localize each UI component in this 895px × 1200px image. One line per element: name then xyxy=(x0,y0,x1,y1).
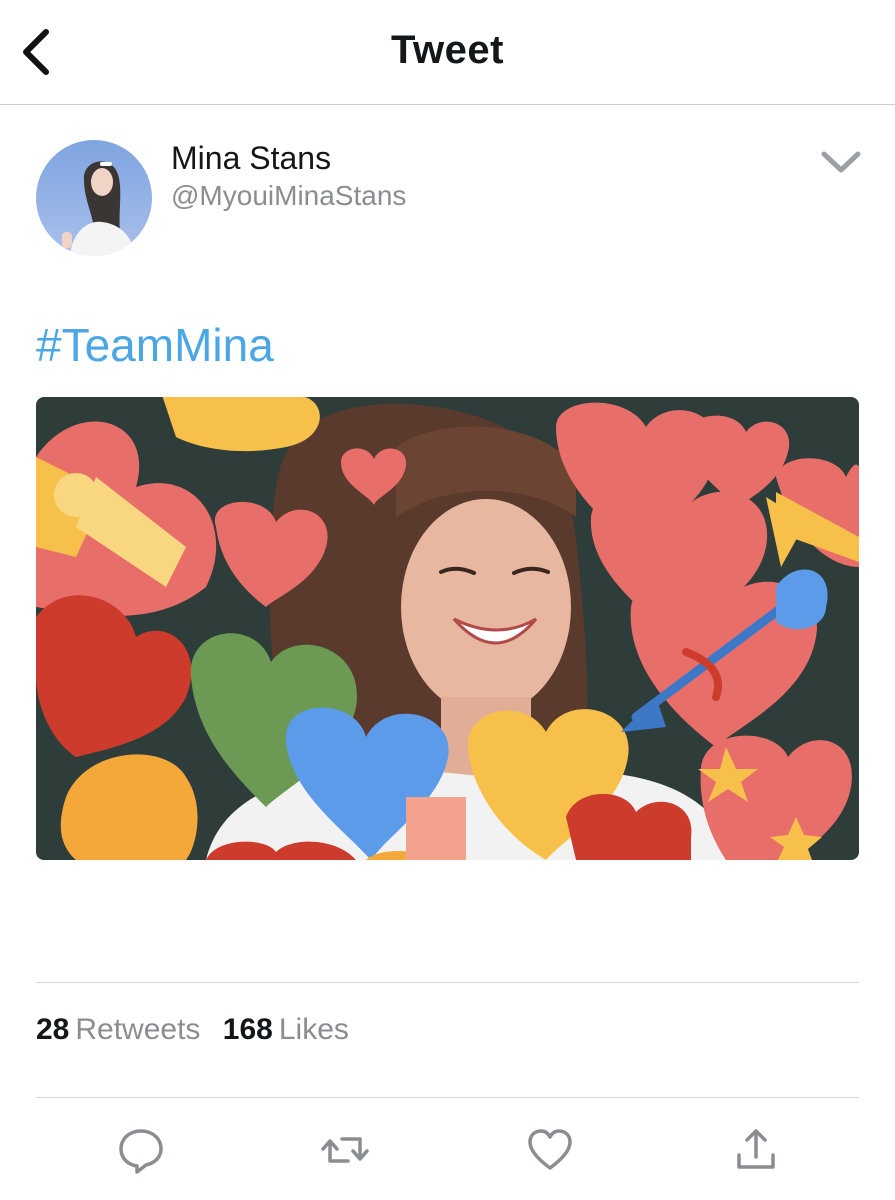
divider xyxy=(36,982,859,983)
chevron-down-icon xyxy=(821,151,861,173)
page-title: Tweet xyxy=(391,28,504,72)
tweet-media-image[interactable] xyxy=(36,397,859,860)
tweet-stats: 28 Retweets 168 Likes xyxy=(36,1013,363,1047)
retweet-button[interactable] xyxy=(320,1125,370,1175)
reply-icon xyxy=(119,1129,163,1174)
share-button[interactable] xyxy=(731,1125,781,1175)
retweets-count: 28 xyxy=(36,1013,70,1046)
tweet-menu-button[interactable] xyxy=(818,144,864,178)
tweet-text-hashtag[interactable]: #TeamMina xyxy=(36,318,274,372)
like-button[interactable] xyxy=(525,1125,575,1175)
retweets-stat[interactable]: 28 Retweets xyxy=(36,1013,200,1047)
avatar[interactable] xyxy=(36,140,152,256)
likes-label: Likes xyxy=(278,1013,349,1046)
share-icon xyxy=(737,1129,775,1169)
nav-bar: Tweet xyxy=(0,0,895,105)
heart-icon xyxy=(528,1129,572,1170)
retweet-icon xyxy=(321,1137,369,1163)
author-display-name[interactable]: Mina Stans xyxy=(171,140,331,177)
retweets-label: Retweets xyxy=(75,1013,201,1046)
reply-button[interactable] xyxy=(116,1125,166,1175)
divider xyxy=(36,1097,859,1098)
author-handle[interactable]: @MyouiMinaStans xyxy=(171,180,406,212)
likes-count: 168 xyxy=(222,1013,273,1046)
likes-stat[interactable]: 168 Likes xyxy=(223,1013,349,1047)
